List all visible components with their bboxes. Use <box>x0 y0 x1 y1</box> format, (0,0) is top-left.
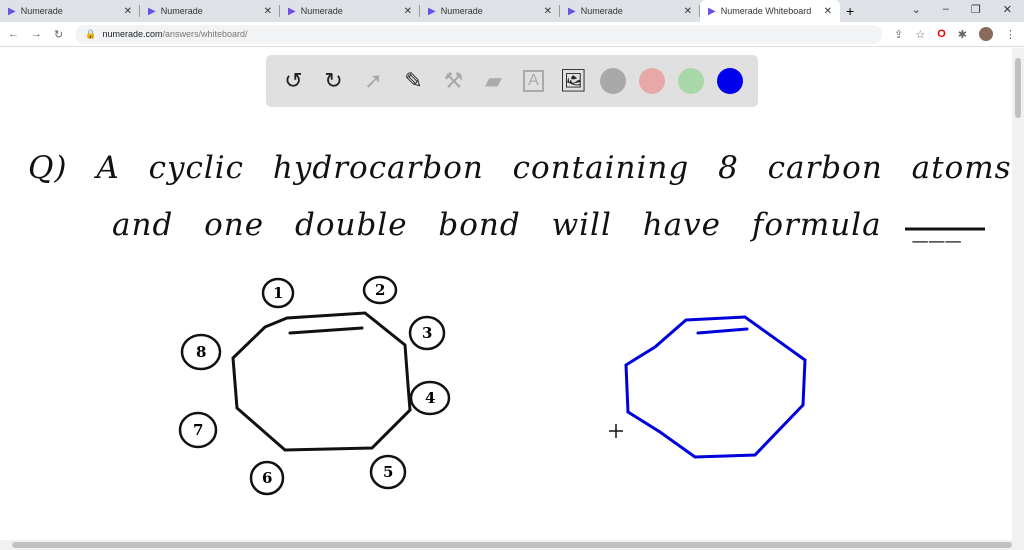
question-line-1: Q) A cyclic hydrocarbon containing 8 car… <box>28 150 1012 186</box>
pen-icon[interactable]: ✎ <box>400 68 427 95</box>
close-tab-icon[interactable]: ✕ <box>824 6 832 17</box>
carbon-label: 1 <box>273 284 284 302</box>
tab[interactable]: ▶ Numerade ✕ <box>280 0 420 22</box>
pointer-icon[interactable]: ➚ <box>360 68 387 95</box>
carbon-label: 8 <box>196 343 207 361</box>
carbon-label: 7 <box>193 421 204 439</box>
tab-search-icon[interactable]: ⌄ <box>912 3 921 16</box>
tab[interactable]: ▶ Numerade ✕ <box>140 0 280 22</box>
carbon-label: 4 <box>425 389 436 407</box>
whiteboard-toolbar: ↺ ↻ ➚ ✎ ⚒ ▰ A 🖼 <box>266 55 758 107</box>
redo-icon[interactable]: ↻ <box>320 68 347 95</box>
new-tab-button[interactable]: + <box>846 3 854 19</box>
extensions-icon[interactable]: ✱ <box>958 28 967 41</box>
carbon-label: 3 <box>422 324 433 342</box>
eraser-icon[interactable]: ▰ <box>480 68 507 95</box>
tab[interactable]: ▶ Numerade ✕ <box>560 0 700 22</box>
close-window-button[interactable]: ✕ <box>1003 3 1012 16</box>
octene-drawing-blue <box>624 315 807 459</box>
reload-icon[interactable]: ↻ <box>54 28 63 41</box>
horizontal-scrollbar[interactable] <box>0 540 1024 550</box>
tab-active[interactable]: ▶ Numerade Whiteboard ✕ <box>700 0 840 22</box>
crosshair-cursor-icon <box>609 424 623 438</box>
tab-bar: ▶ Numerade ✕ ▶ Numerade ✕ ▶ Numerade ✕ ▶ Numera… <box>0 0 1024 22</box>
close-tab-icon[interactable]: ✕ <box>124 6 132 17</box>
menu-icon[interactable]: ⋮ <box>1005 28 1016 41</box>
close-tab-icon[interactable]: ✕ <box>404 6 412 17</box>
opera-icon[interactable]: O <box>937 28 946 40</box>
numerade-logo-icon: ▶ <box>708 5 716 17</box>
avatar[interactable] <box>979 27 993 41</box>
tab[interactable]: ▶ Numerade ✕ <box>0 0 140 22</box>
numerade-logo-icon: ▶ <box>148 5 156 17</box>
address-bar-row: ← → ↻ 🔒 numerade.com/answers/whiteboard/ … <box>0 22 1024 47</box>
text-icon[interactable]: A <box>520 68 547 95</box>
close-tab-icon[interactable]: ✕ <box>264 6 272 17</box>
tab[interactable]: ▶ Numerade ✕ <box>420 0 560 22</box>
whiteboard-canvas[interactable] <box>0 48 1012 540</box>
octene-drawing-black <box>231 311 412 452</box>
carbon-label: 5 <box>383 463 394 481</box>
numerade-logo-icon: ▶ <box>288 5 296 17</box>
undo-icon[interactable]: ↺ <box>280 68 307 95</box>
numerade-logo-icon: ▶ <box>568 5 576 17</box>
close-tab-icon[interactable]: ✕ <box>544 6 552 17</box>
color-blue[interactable] <box>717 68 743 94</box>
color-gray[interactable] <box>600 68 626 94</box>
question-line-2: and one double bond will have formula __… <box>112 207 962 243</box>
numerade-logo-icon: ▶ <box>8 5 16 17</box>
restore-button[interactable]: ❐ <box>971 3 981 16</box>
color-green[interactable] <box>678 68 704 94</box>
url-input[interactable]: 🔒 numerade.com/answers/whiteboard/ <box>75 24 883 44</box>
back-icon[interactable]: ← <box>8 28 19 40</box>
tools-icon[interactable]: ⚒ <box>440 68 467 95</box>
minimize-button[interactable]: – <box>943 3 949 16</box>
color-pink[interactable] <box>639 68 665 94</box>
bookmark-star-icon[interactable]: ☆ <box>915 28 925 41</box>
lock-icon: 🔒 <box>85 28 97 39</box>
numerade-logo-icon: ▶ <box>428 5 436 17</box>
carbon-label: 2 <box>375 281 386 299</box>
vertical-scrollbar[interactable] <box>1012 48 1024 540</box>
share-icon[interactable]: ⇪ <box>894 28 903 41</box>
forward-icon[interactable]: → <box>31 28 42 40</box>
image-icon[interactable]: 🖼 <box>560 68 588 95</box>
carbon-label: 6 <box>262 469 273 487</box>
close-tab-icon[interactable]: ✕ <box>684 6 692 17</box>
